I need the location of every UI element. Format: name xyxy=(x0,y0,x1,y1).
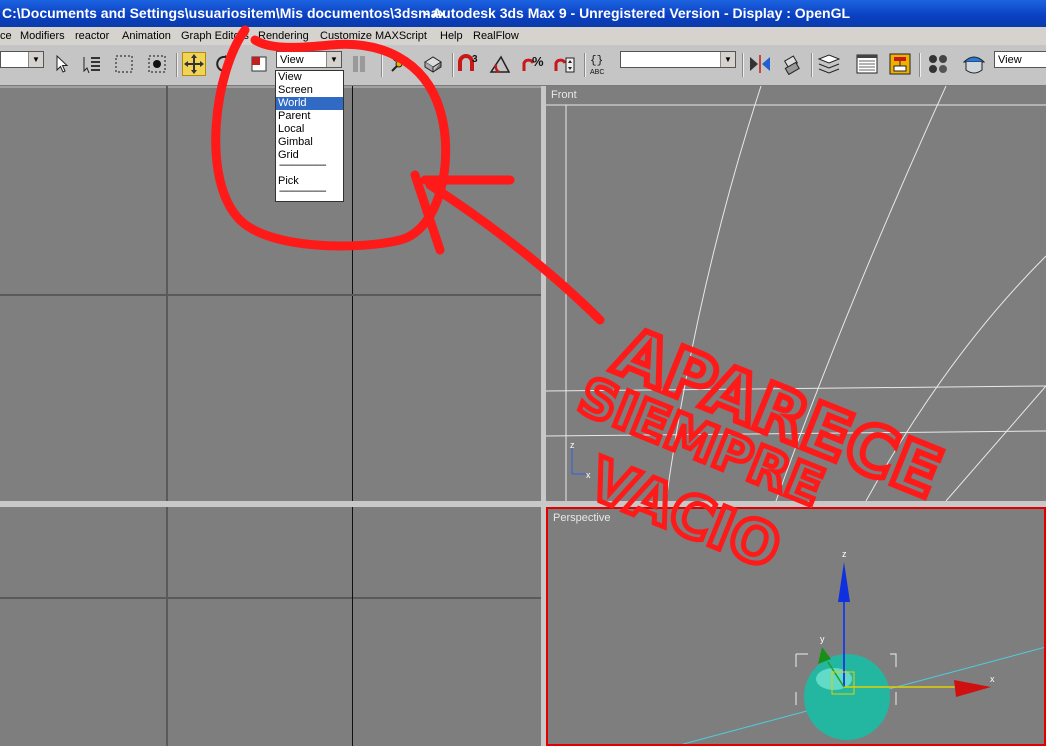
coord-option-parent[interactable]: Parent xyxy=(276,110,343,123)
viewport-front[interactable]: Front z x xyxy=(546,86,1046,501)
menu-rendering[interactable]: Rendering xyxy=(258,27,309,45)
viewport-perspective[interactable]: Perspective z x y xyxy=(546,507,1046,746)
menu-animation[interactable]: Animation xyxy=(122,27,171,45)
select-by-name-icon[interactable] xyxy=(80,52,104,76)
edit-named-selection-icon[interactable]: {} ABC xyxy=(589,52,613,76)
window-crossing-icon[interactable] xyxy=(145,52,169,76)
selection-filter-dropdown[interactable]: ▼ xyxy=(0,51,44,68)
angle-snap-icon[interactable] xyxy=(489,52,513,76)
select-and-scale-icon[interactable] xyxy=(247,52,271,76)
svg-text:{}: {} xyxy=(590,55,603,67)
select-object-icon[interactable] xyxy=(50,52,74,76)
view-select-box[interactable]: View xyxy=(994,51,1046,68)
main-toolbar: ▼ View ▼ 3 % {} ABC ▼ View xyxy=(0,45,1046,86)
window-path: C:\Documents and Settings\usuariositem\M… xyxy=(2,5,447,21)
named-selection-dropdown[interactable]: ▼ xyxy=(620,51,736,68)
menu-help[interactable]: Help xyxy=(440,27,463,45)
coord-option-screen[interactable]: Screen xyxy=(276,84,343,97)
svg-text:ABC: ABC xyxy=(590,69,604,76)
svg-text:y: y xyxy=(820,634,825,644)
front-grid-lines: z x xyxy=(546,86,1046,501)
coord-option-local[interactable]: Local xyxy=(276,123,343,136)
viewport-left[interactable] xyxy=(0,507,541,746)
render-scene-icon[interactable] xyxy=(961,52,985,76)
menu-bar: ce Modifiers reactor Animation Graph Edi… xyxy=(0,27,1046,45)
select-and-manipulate-icon[interactable] xyxy=(387,52,411,76)
mirror-icon[interactable] xyxy=(748,52,772,76)
title-bar: C:\Documents and Settings\usuariositem\M… xyxy=(0,0,1046,27)
keyboard-shortcut-override-icon[interactable] xyxy=(421,52,445,76)
reference-coordinate-dropdown[interactable]: View ▼ xyxy=(276,51,342,68)
align-icon[interactable] xyxy=(780,52,804,76)
menu-create[interactable]: ce xyxy=(0,27,12,45)
viewport-top[interactable] xyxy=(0,86,541,501)
snaps-toggle-icon[interactable]: 3 xyxy=(456,52,480,76)
menu-modifiers[interactable]: Modifiers xyxy=(20,27,65,45)
svg-text:3: 3 xyxy=(472,54,478,65)
coord-separator: -------------------- xyxy=(279,160,327,171)
svg-text:x: x xyxy=(586,470,591,480)
coord-option-view[interactable]: View xyxy=(276,71,343,84)
display-mode: - Display : OpenGL xyxy=(724,5,851,21)
perspective-scene: z x y xyxy=(681,549,1044,744)
material-editor-icon[interactable] xyxy=(926,52,950,76)
use-pivot-center-icon[interactable] xyxy=(347,52,371,76)
select-and-rotate-icon[interactable] xyxy=(212,52,236,76)
app-title: - Autodesk 3ds Max 9 - Unregistered Vers… xyxy=(424,5,720,21)
menu-reactor[interactable]: reactor xyxy=(75,27,109,45)
spinner-snap-icon[interactable] xyxy=(553,52,577,76)
svg-text:z: z xyxy=(842,549,847,559)
coord-option-gimbal[interactable]: Gimbal xyxy=(276,136,343,149)
reference-coordinate-list: View Screen World Parent Local Gimbal Gr… xyxy=(275,70,344,202)
svg-text:x: x xyxy=(990,674,995,684)
svg-text:%: % xyxy=(532,54,544,69)
percent-snap-icon[interactable]: % xyxy=(521,52,545,76)
coord-option-world[interactable]: World xyxy=(276,97,343,110)
rectangular-selection-icon[interactable] xyxy=(112,52,136,76)
menu-realflow[interactable]: RealFlow xyxy=(473,27,519,45)
schematic-view-icon[interactable] xyxy=(888,52,912,76)
chevron-down-icon: ▼ xyxy=(720,52,735,67)
chevron-down-icon: ▼ xyxy=(326,52,341,67)
chevron-down-icon: ▼ xyxy=(28,52,43,67)
coord-separator-bottom: -------------------- xyxy=(279,186,327,197)
curve-editor-icon[interactable] xyxy=(855,52,879,76)
menu-maxscript[interactable]: MAXScript xyxy=(375,27,427,45)
select-and-move-icon[interactable] xyxy=(182,52,206,76)
svg-text:z: z xyxy=(570,440,575,450)
menu-graph-editors[interactable]: Graph Editors xyxy=(181,27,249,45)
layer-manager-icon[interactable] xyxy=(817,52,841,76)
menu-customize[interactable]: Customize xyxy=(320,27,372,45)
